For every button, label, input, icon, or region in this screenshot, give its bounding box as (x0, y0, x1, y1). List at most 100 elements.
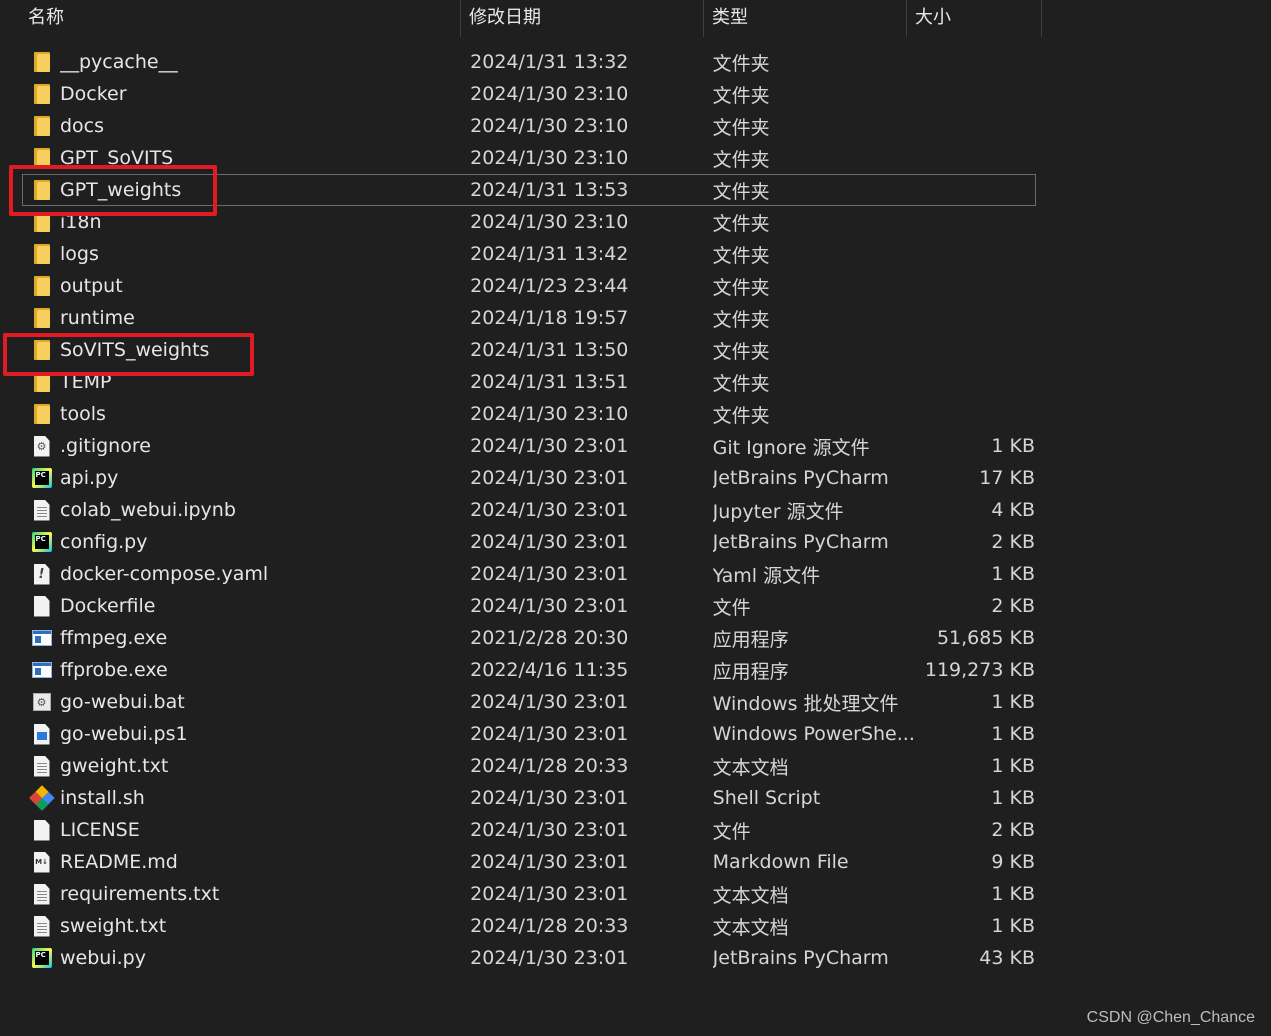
column-header-date[interactable]: 修改日期 (461, 0, 704, 37)
file-modified-date: 2024/1/18 19:57 (470, 307, 629, 329)
file-row[interactable]: ⚙ go-webui.bat 2024/1/30 23:01 Windows 批处理文… (22, 686, 1036, 718)
file-row[interactable]: config.py 2024/1/30 23:01 JetBrains PyChar… (22, 526, 1036, 558)
file-type: 文件夹 (712, 212, 770, 235)
file-row[interactable]: colab_webui.ipynb 2024/1/30 23:01 Jupyter … (22, 494, 1036, 526)
file-row[interactable]: Docker 2024/1/30 23:10 文件夹 (22, 78, 1036, 110)
file-name: Docker (60, 83, 127, 105)
pycharm-icon (23, 462, 60, 494)
file-row[interactable]: runtime 2024/1/18 19:57 文件夹 (22, 302, 1036, 334)
column-header-name[interactable]: 名称 (0, 0, 461, 37)
file-row[interactable]: Dockerfile 2024/1/30 23:01 文件 2 KB (22, 590, 1036, 622)
gear-doc-icon: ⚙ (23, 430, 60, 462)
file-size: 1 KB (991, 883, 1035, 905)
folder-icon (23, 78, 60, 110)
file-row[interactable]: ⚙ .gitignore 2024/1/30 23:01 Git Ignore 源文件… (22, 430, 1036, 462)
file-row[interactable]: ffmpeg.exe 2021/2/28 20:30 应用程序 51,685 KB (22, 622, 1036, 654)
file-modified-date: 2024/1/30 23:10 (470, 115, 629, 137)
file-modified-date: 2024/1/30 23:10 (470, 211, 629, 233)
file-modified-date: 2024/1/31 13:53 (470, 179, 629, 201)
file-modified-date: 2024/1/28 20:33 (470, 915, 629, 937)
file-size: 1 KB (991, 691, 1035, 713)
ps1-icon (23, 718, 60, 750)
file-type: 文件 (712, 820, 751, 843)
text-file-icon (23, 878, 60, 910)
folder-icon (23, 398, 60, 430)
highlight-box-sovits-weights (3, 333, 254, 376)
file-size: 1 KB (991, 723, 1035, 745)
watermark: CSDN @Chen_Chance (1086, 1009, 1255, 1026)
file-row[interactable]: M↓ README.md 2024/1/30 23:01 Markdown File 9… (22, 846, 1036, 878)
file-row[interactable]: gweight.txt 2024/1/28 20:33 文本文档 1 KB (22, 750, 1036, 782)
file-name: logs (60, 243, 99, 265)
file-name: go-webui.bat (60, 691, 185, 713)
file-explorer: 名称 修改日期 类型 大小 ˄ __pycache__ 2024/1/31 13:… (0, 0, 1271, 1036)
file-type: Markdown File (712, 851, 849, 873)
file-size: 119,273 KB (924, 659, 1035, 681)
file-modified-date: 2024/1/30 23:01 (470, 499, 629, 521)
file-row[interactable]: __pycache__ 2024/1/31 13:32 文件夹 (22, 46, 1036, 78)
file-type: 文件夹 (712, 148, 770, 171)
file-modified-date: 2024/1/31 13:51 (470, 371, 629, 393)
file-type: JetBrains PyCharm (712, 467, 889, 489)
file-modified-date: 2024/1/30 23:01 (470, 563, 629, 585)
file-modified-date: 2022/4/16 11:35 (470, 659, 629, 681)
file-type: Windows PowerShe... (712, 723, 915, 745)
file-row[interactable]: go-webui.ps1 2024/1/30 23:01 Windows Power… (22, 718, 1036, 750)
file-row[interactable]: api.py 2024/1/30 23:01 JetBrains PyCharm 17… (22, 462, 1036, 494)
file-name: install.sh (60, 787, 145, 809)
git-shell-icon (23, 782, 60, 814)
file-type: 文件夹 (712, 404, 770, 427)
file-size: 17 KB (979, 467, 1035, 489)
file-name: config.py (60, 531, 148, 553)
folder-icon (23, 46, 60, 78)
file-row[interactable]: webui.py 2024/1/30 23:01 JetBrains PyCharm… (22, 942, 1036, 974)
file-type: 文件夹 (712, 52, 770, 75)
file-name: webui.py (60, 947, 146, 969)
file-row[interactable]: ! docker-compose.yaml 2024/1/30 23:01 Yaml … (22, 558, 1036, 590)
file-modified-date: 2024/1/31 13:32 (470, 51, 629, 73)
file-modified-date: 2024/1/30 23:01 (470, 531, 629, 553)
file-name: api.py (60, 467, 119, 489)
file-type: Git Ignore 源文件 (712, 436, 870, 459)
file-row[interactable]: output 2024/1/23 23:44 文件夹 (22, 270, 1036, 302)
file-size: 9 KB (991, 851, 1035, 873)
file-row[interactable]: docs 2024/1/30 23:10 文件夹 (22, 110, 1036, 142)
file-name: ffprobe.exe (60, 659, 168, 681)
file-type: Shell Script (712, 787, 821, 809)
file-size: 1 KB (991, 755, 1035, 777)
file-modified-date: 2024/1/28 20:33 (470, 755, 629, 777)
document-icon (23, 494, 60, 526)
file-modified-date: 2024/1/30 23:01 (470, 691, 629, 713)
folder-icon (23, 270, 60, 302)
file-row[interactable]: ffprobe.exe 2022/4/16 11:35 应用程序 119,273 KB (22, 654, 1036, 686)
file-row[interactable]: LICENSE 2024/1/30 23:01 文件 2 KB (22, 814, 1036, 846)
file-modified-date: 2024/1/30 23:01 (470, 851, 629, 873)
file-type: 应用程序 (712, 660, 789, 683)
file-type: JetBrains PyCharm (712, 531, 889, 553)
sort-up-icon: ˄ (232, 0, 246, 2)
column-header-size[interactable]: 大小 (907, 0, 1042, 37)
file-modified-date: 2024/1/30 23:01 (470, 787, 629, 809)
file-name: LICENSE (60, 819, 140, 841)
file-row[interactable]: tools 2024/1/30 23:10 文件夹 (22, 398, 1036, 430)
file-type: 文本文档 (712, 884, 789, 907)
file-name: colab_webui.ipynb (60, 499, 236, 521)
file-type: Yaml 源文件 (712, 564, 821, 587)
file-size: 2 KB (991, 819, 1035, 841)
folder-icon (23, 110, 60, 142)
file-type: 文件夹 (712, 340, 770, 363)
file-name: tools (60, 403, 106, 425)
file-row[interactable]: logs 2024/1/31 13:42 文件夹 (22, 238, 1036, 270)
exe-icon (23, 654, 60, 686)
file-size: 4 KB (991, 499, 1035, 521)
file-row[interactable]: install.sh 2024/1/30 23:01 Shell Script 1 K… (22, 782, 1036, 814)
file-modified-date: 2024/1/30 23:10 (470, 147, 629, 169)
file-type: Windows 批处理文件 (712, 692, 899, 715)
blank-file-icon (23, 590, 60, 622)
file-name: ffmpeg.exe (60, 627, 168, 649)
file-size: 1 KB (991, 787, 1035, 809)
file-row[interactable]: sweight.txt 2024/1/28 20:33 文本文档 1 KB (22, 910, 1036, 942)
file-row[interactable]: requirements.txt 2024/1/30 23:01 文本文档 1 KB (22, 878, 1036, 910)
text-file-icon (23, 750, 60, 782)
column-header-type[interactable]: 类型 (704, 0, 907, 37)
